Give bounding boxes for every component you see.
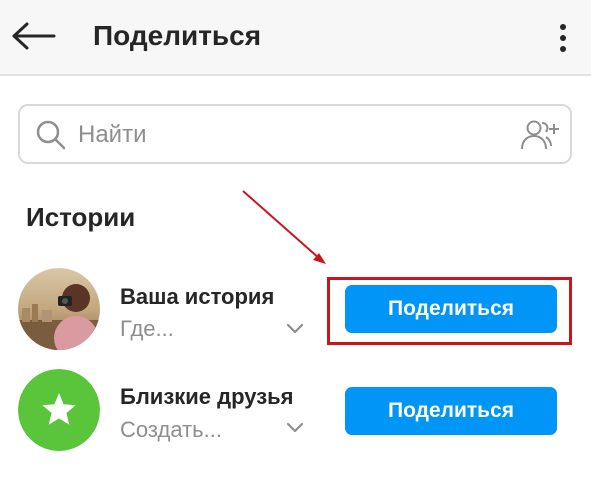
page-title: Поделиться	[93, 20, 262, 51]
top-bar: Поделиться	[0, 0, 591, 76]
close-friends-subtitle: Создать...	[120, 417, 222, 442]
chevron-down-icon[interactable]	[284, 318, 306, 340]
avatar	[18, 268, 100, 350]
story-name: Ваша история	[120, 284, 275, 309]
profile-photo-image	[18, 268, 100, 350]
close-friends-name: Близкие друзья	[120, 384, 294, 409]
star-icon	[18, 369, 100, 451]
add-people-button[interactable]	[520, 116, 560, 154]
dot	[560, 35, 566, 41]
list-item-close-friends: Близкие друзья Создать... Поделиться	[0, 364, 591, 454]
search-icon	[36, 120, 66, 150]
dot	[560, 46, 566, 52]
more-options-button[interactable]	[553, 18, 573, 58]
share-button-close-friends[interactable]: Поделиться	[345, 387, 557, 435]
chevron-down-icon[interactable]	[284, 417, 306, 439]
search-bar	[18, 104, 572, 164]
arrow-left-icon	[12, 22, 56, 50]
back-button[interactable]	[8, 14, 58, 58]
add-people-icon	[521, 120, 559, 150]
dot	[560, 24, 566, 30]
search-input[interactable]	[78, 116, 498, 154]
highlight-box	[327, 277, 572, 345]
close-friends-avatar	[18, 369, 100, 451]
story-subtitle: Где...	[120, 316, 174, 341]
section-title-stories: Истории	[26, 202, 136, 232]
share-screen: Поделиться Истории	[0, 0, 591, 489]
